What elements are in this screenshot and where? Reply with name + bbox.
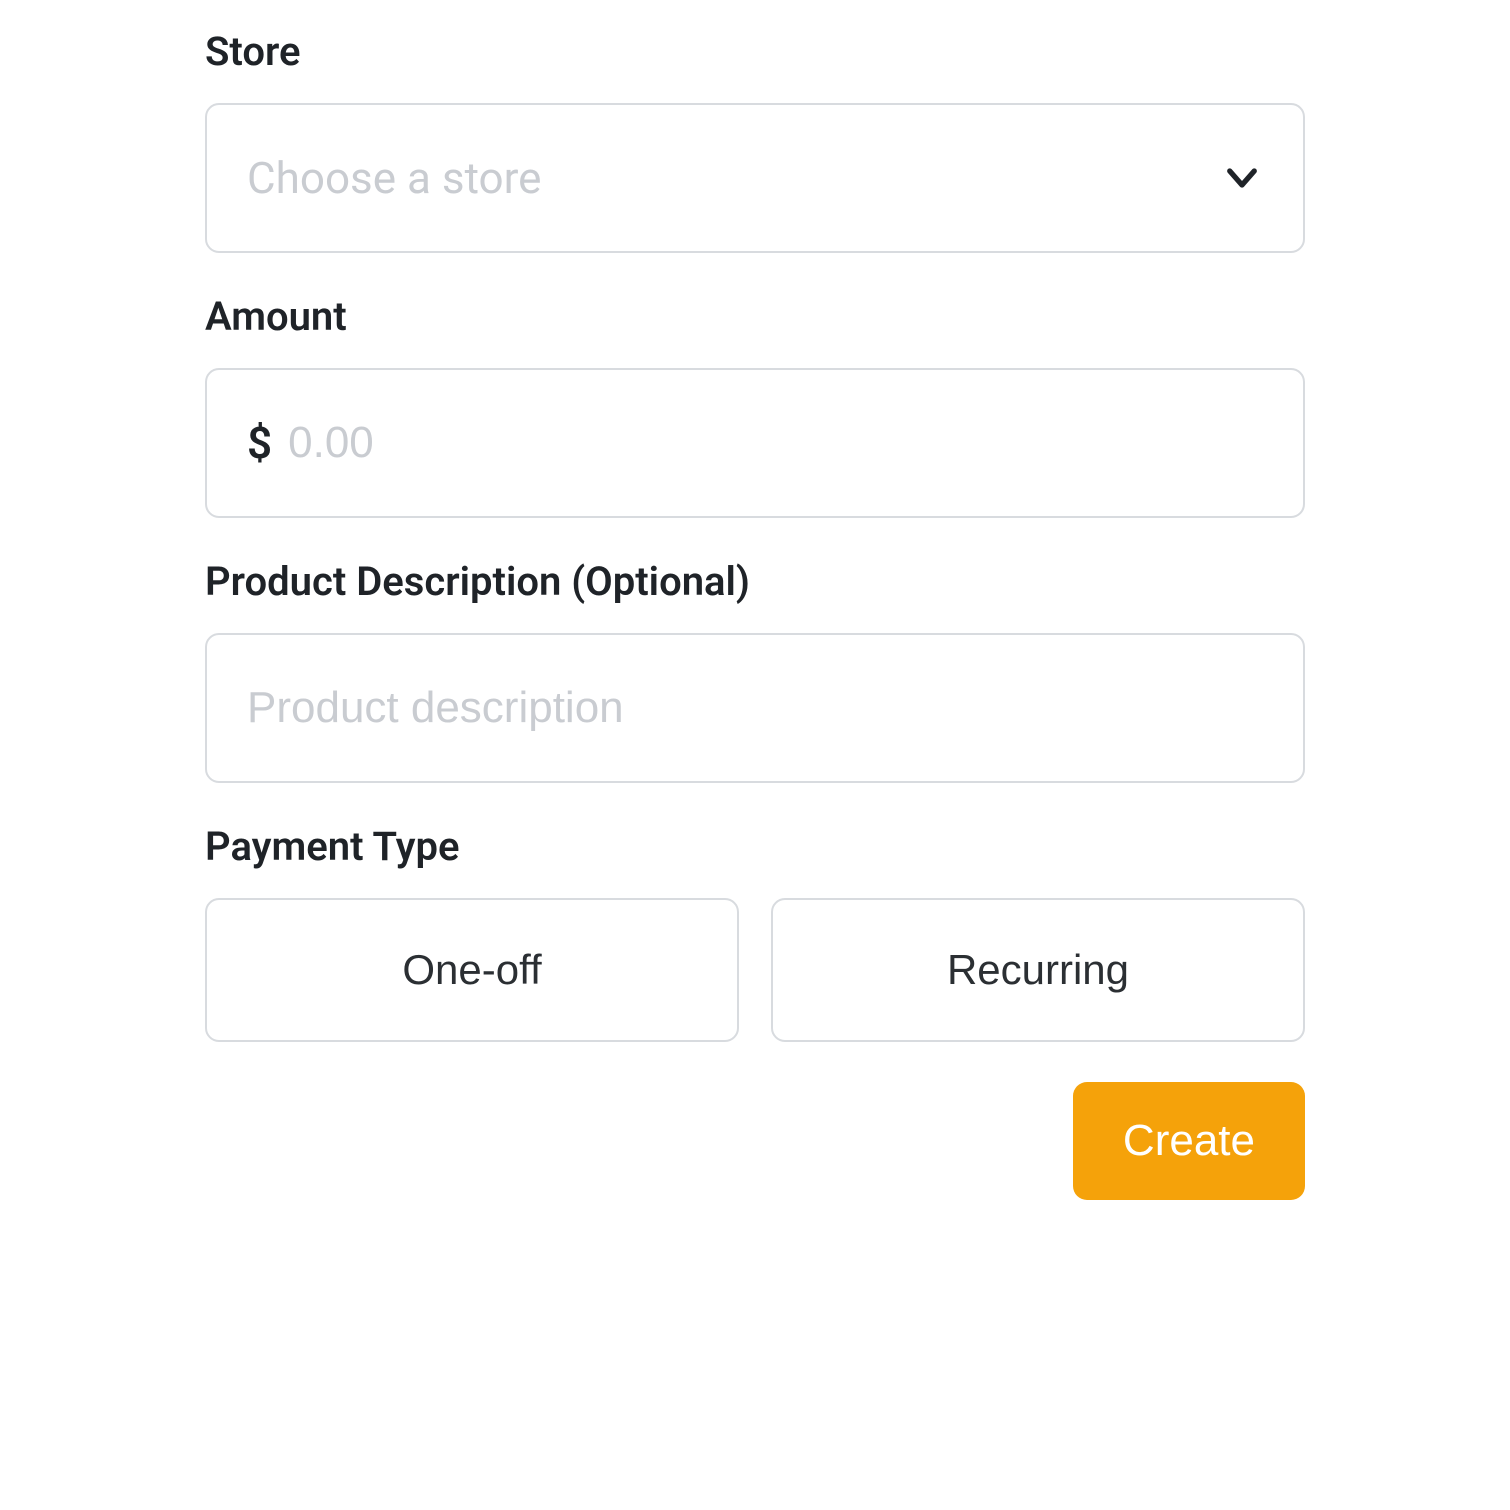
store-select[interactable]: Choose a store <box>205 103 1305 253</box>
currency-symbol: $ <box>247 417 272 469</box>
amount-input[interactable] <box>288 370 1263 516</box>
chevron-down-icon <box>1221 157 1263 199</box>
payment-type-label: Payment Type <box>205 823 1305 870</box>
store-label: Store <box>205 28 1305 75</box>
form-footer: Create <box>205 1082 1305 1200</box>
create-button[interactable]: Create <box>1073 1082 1305 1200</box>
description-field: Product Description (Optional) <box>205 558 1305 783</box>
payment-type-recurring-button[interactable]: Recurring <box>771 898 1305 1042</box>
store-field: Store Choose a store <box>205 28 1305 253</box>
payment-type-one-off-button[interactable]: One-off <box>205 898 739 1042</box>
payment-type-options: One-off Recurring <box>205 898 1305 1042</box>
description-input[interactable] <box>247 635 1263 781</box>
amount-label: Amount <box>205 293 1305 340</box>
payment-form-card: Store Choose a store Amount $ Product De… <box>0 0 1510 1510</box>
amount-field: Amount $ <box>205 293 1305 518</box>
description-input-wrapper <box>205 633 1305 783</box>
description-label: Product Description (Optional) <box>205 558 1305 605</box>
payment-type-field: Payment Type One-off Recurring <box>205 823 1305 1042</box>
store-select-placeholder: Choose a store <box>247 152 541 204</box>
amount-input-wrapper: $ <box>205 368 1305 518</box>
